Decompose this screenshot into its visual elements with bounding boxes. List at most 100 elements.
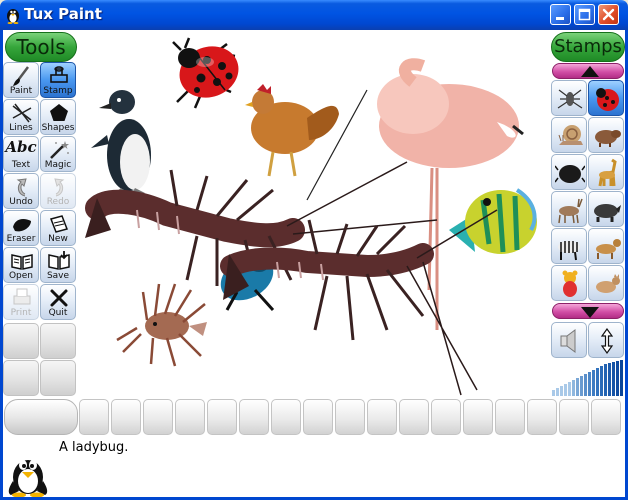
tool-label: Paint (9, 86, 33, 96)
stamps-panel: Stamps (550, 30, 625, 397)
tool-open-button[interactable]: Open (3, 247, 39, 283)
size-bars-icon (552, 360, 623, 396)
tool-text-button[interactable]: Abc Text (3, 136, 39, 172)
mirror-toggle-button[interactable] (551, 322, 587, 358)
color-swatch[interactable] (303, 399, 333, 435)
new-document-icon (50, 215, 68, 233)
save-icon (48, 251, 70, 270)
tool-label: Print (10, 308, 32, 318)
tool-label: Open (8, 271, 34, 281)
stamp-capybara-button[interactable] (588, 117, 624, 153)
color-swatch[interactable] (175, 399, 205, 435)
close-button[interactable] (598, 4, 619, 25)
color-swatch[interactable] (207, 399, 237, 435)
info-bar: A ladybug. (3, 437, 625, 497)
color-swatch[interactable] (399, 399, 429, 435)
printer-icon (13, 288, 31, 305)
zebra-icon (558, 241, 580, 261)
stamp-beetle-button[interactable] (551, 154, 587, 190)
color-palette (3, 397, 625, 437)
tool-magic-button[interactable]: Magic (40, 136, 76, 172)
stamp-giraffe-button[interactable] (588, 154, 624, 190)
window-titlebar[interactable]: Tux Paint (0, 0, 628, 30)
tool-new-button[interactable]: New (40, 210, 76, 246)
tux-penguin-icon (8, 460, 48, 497)
color-swatch[interactable] (463, 399, 493, 435)
tool-label: Stamp (43, 86, 73, 96)
pentagon-icon (50, 104, 68, 121)
tool-save-button[interactable]: Save (40, 247, 76, 283)
speaker-mirror-icon (560, 329, 576, 353)
tool-paint-button[interactable]: Paint (3, 62, 39, 98)
tool-label: New (48, 234, 68, 244)
tool-label: Save (46, 271, 70, 281)
stamps-header: Stamps (551, 32, 625, 62)
ladybug-stamp (172, 37, 239, 109)
color-swatch[interactable] (431, 399, 461, 435)
lines-icon (12, 103, 32, 123)
maximize-icon (578, 8, 591, 21)
stamp-dog-button[interactable] (588, 228, 624, 264)
stamp-size-slider[interactable] (551, 360, 624, 396)
tool-lines-button[interactable]: Lines (3, 99, 39, 135)
stamp-mosquito-button[interactable] (551, 80, 587, 116)
cat-icon (596, 274, 620, 293)
empty-tool-slot (40, 323, 76, 359)
color-swatch[interactable] (271, 399, 301, 435)
stamps-scroll-down-button[interactable] (552, 303, 624, 319)
close-icon (602, 8, 615, 21)
tool-eraser-button[interactable]: Eraser (3, 210, 39, 246)
stamp-ladybug-button[interactable] (588, 80, 624, 116)
stamp-cat-button[interactable] (588, 265, 624, 301)
teddy-bear-icon (562, 270, 578, 297)
stamp-snail-button[interactable] (551, 117, 587, 153)
canvas-artwork (85, 37, 537, 396)
quit-x-icon (50, 289, 68, 307)
snail-icon (558, 125, 583, 145)
tool-label: Text (11, 160, 31, 170)
open-book-icon (11, 254, 33, 270)
color-swatch[interactable] (559, 399, 589, 435)
color-swatch[interactable] (367, 399, 397, 435)
color-swatch[interactable] (111, 399, 141, 435)
tool-quit-button[interactable]: Quit (40, 284, 76, 320)
antelope-icon (558, 198, 583, 224)
tool-label: Magic (44, 160, 72, 170)
triangle-up-icon (581, 66, 599, 77)
mosquito-icon (557, 89, 583, 109)
empty-tool-slot (3, 323, 39, 359)
color-swatch[interactable] (79, 399, 109, 435)
stamps-scroll-up-button[interactable] (552, 63, 624, 79)
tool-print-button[interactable]: Print (3, 284, 39, 320)
color-swatch[interactable] (335, 399, 365, 435)
color-swatch[interactable] (239, 399, 269, 435)
color-swatch[interactable] (143, 399, 173, 435)
stamp-teddy-bear-button[interactable] (551, 265, 587, 301)
triangle-down-icon (581, 307, 599, 318)
color-swatch[interactable] (591, 399, 621, 435)
color-swatch[interactable] (527, 399, 557, 435)
drawing-canvas[interactable] (77, 30, 550, 397)
minimize-button[interactable] (550, 4, 571, 25)
tool-redo-button[interactable]: Redo (40, 173, 76, 209)
current-color-button[interactable] (4, 399, 78, 435)
stamp-rhino-button[interactable] (588, 191, 624, 227)
tool-stamp-button[interactable]: Stamp (40, 62, 76, 98)
flip-arrow-icon (600, 327, 614, 355)
dog-icon (596, 239, 621, 259)
empty-tool-slot (40, 360, 76, 396)
stamp-zebra-button[interactable] (551, 228, 587, 264)
rhino-icon (594, 204, 621, 222)
maximize-button[interactable] (574, 4, 595, 25)
tool-shapes-button[interactable]: Shapes (40, 99, 76, 135)
flip-toggle-button[interactable] (588, 322, 624, 358)
penguin-stamp (91, 90, 151, 195)
stamp-antelope-button[interactable] (551, 191, 587, 227)
tux-app-icon (7, 9, 19, 24)
tool-undo-button[interactable]: Undo (3, 173, 39, 209)
undo-icon (16, 178, 27, 197)
stamp-icon (50, 66, 68, 83)
color-swatch[interactable] (495, 399, 525, 435)
tool-label: Undo (9, 197, 33, 207)
ladybug-icon (596, 88, 619, 111)
